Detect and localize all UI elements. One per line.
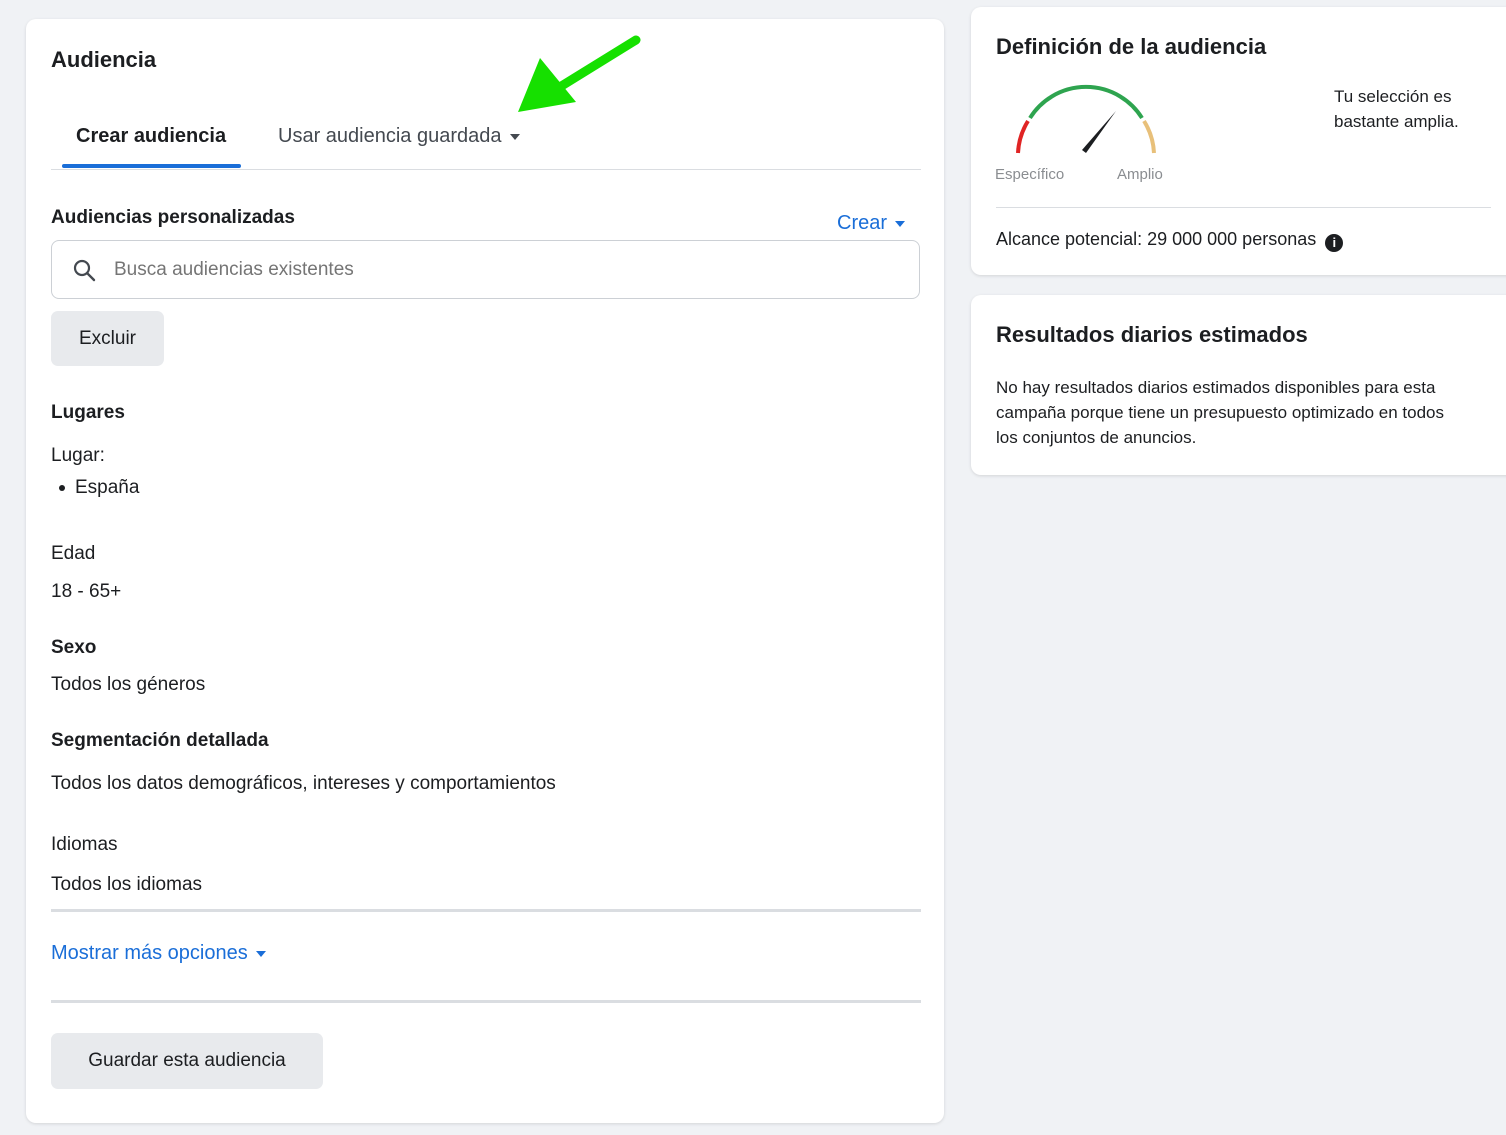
info-icon[interactable]: i (1325, 234, 1344, 252)
custom-audiences-label: Audiencias personalizadas (51, 207, 295, 228)
caret-down-icon (509, 133, 520, 140)
create-label: Crear (837, 212, 888, 234)
potential-reach: Alcance potencial: 29 000 000 personas i (996, 229, 1344, 252)
tab-saved-audience[interactable]: Usar audiencia guardada (278, 125, 520, 148)
caret-down-icon (895, 220, 906, 227)
section-divider (51, 909, 921, 912)
daily-results-line-3: los conjuntos de anuncios. (996, 428, 1197, 447)
annotation-arrow-icon (518, 35, 641, 112)
location-sublabel: Lugar: (51, 445, 105, 466)
daily-results-line-1: No hay resultados diarios estimados disp… (996, 378, 1436, 397)
detailed-targeting-label: Segmentación detallada (51, 730, 269, 751)
locations-label: Lugares (51, 402, 125, 423)
age-label: Edad (51, 543, 96, 564)
location-item-label: España (75, 477, 140, 498)
daily-results-line-2: campaña porque tiene un presupuesto opti… (996, 403, 1444, 422)
audience-card: Audiencia Crear audiencia Usar audiencia… (26, 19, 944, 1123)
gender-label: Sexo (51, 637, 97, 658)
languages-label: Idiomas (51, 834, 118, 855)
show-more-options-link[interactable]: Mostrar más opciones (51, 942, 266, 965)
selection-text-line-1: Tu selección es (1334, 87, 1452, 106)
save-audience-button[interactable]: Guardar esta audiencia (51, 1033, 323, 1089)
audience-definition-card: Definición de la audiencia Específico Am… (971, 7, 1506, 275)
audience-title: Audiencia (51, 47, 157, 72)
custom-audience-search[interactable] (51, 240, 920, 299)
search-icon (73, 259, 96, 282)
exclude-button[interactable]: Excluir (51, 311, 164, 366)
bullet-icon (59, 484, 65, 491)
show-more-options-label: Mostrar más opciones (51, 942, 248, 964)
tab-saved-audience-label: Usar audiencia guardada (278, 125, 502, 147)
search-input[interactable] (112, 253, 896, 287)
age-value: 18 - 65+ (51, 581, 122, 602)
create-audience-dropdown[interactable]: Crear (837, 212, 906, 235)
selection-text-line-2: bastante amplia. (1334, 112, 1459, 131)
detailed-targeting-value: Todos los datos demográficos, intereses … (51, 773, 556, 794)
gauge-broad-label: Amplio (1117, 166, 1163, 183)
audience-gauge (1016, 84, 1156, 154)
tab-create-audience[interactable]: Crear audiencia (76, 125, 226, 148)
daily-results-card: Resultados diarios estimados No hay resu… (971, 295, 1506, 475)
gender-value: Todos los géneros (51, 674, 206, 695)
audience-definition-title: Definición de la audiencia (996, 34, 1267, 59)
definition-divider (996, 207, 1491, 208)
location-item: España (59, 477, 139, 499)
languages-value: Todos los idiomas (51, 874, 203, 895)
potential-reach-text: Alcance potencial: 29 000 000 personas (996, 229, 1317, 249)
gauge-specific-label: Específico (995, 166, 1065, 183)
tabs-divider (51, 169, 921, 170)
section-divider (51, 1000, 921, 1003)
caret-down-icon (255, 950, 266, 957)
gauge-needle-icon (1082, 111, 1116, 153)
daily-results-title: Resultados diarios estimados (996, 322, 1308, 347)
active-tab-indicator (62, 164, 241, 168)
